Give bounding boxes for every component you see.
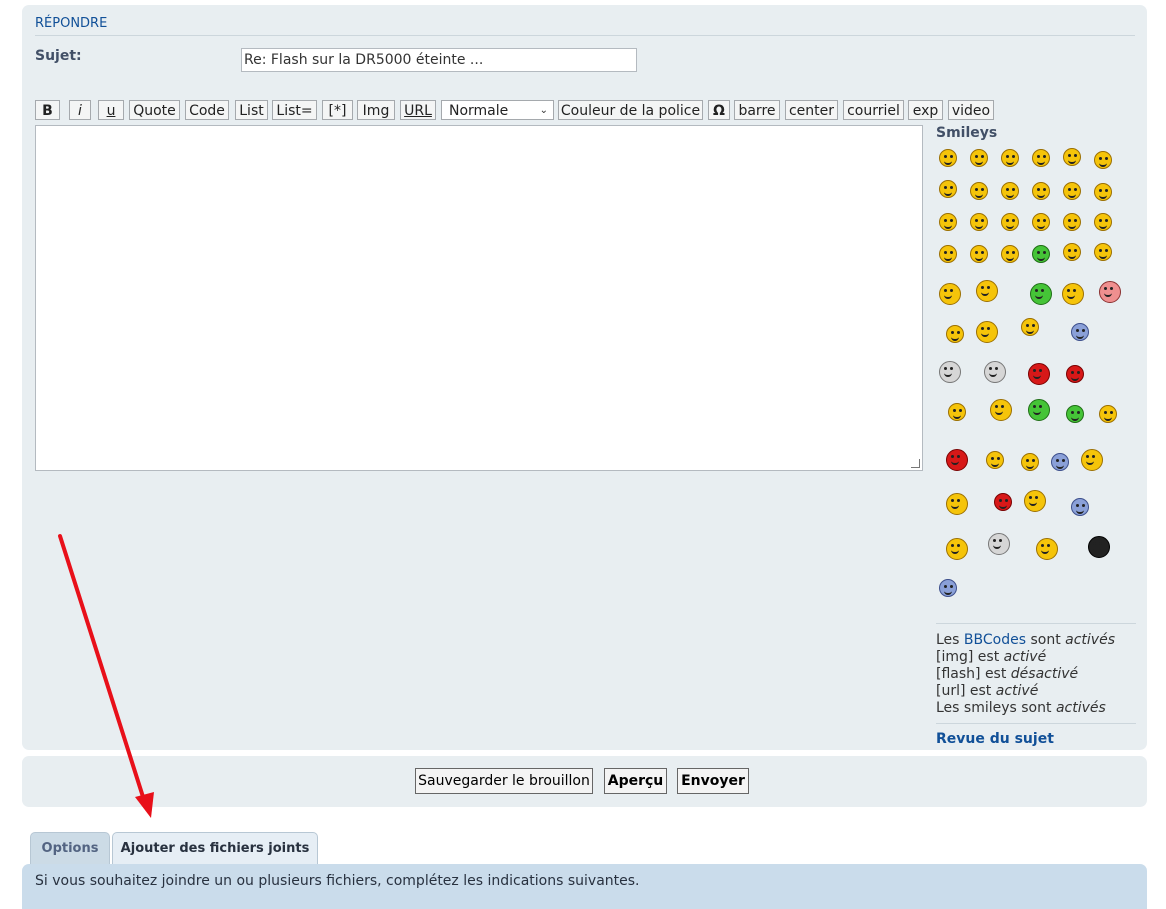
annotation-arrow-icon — [58, 534, 154, 818]
